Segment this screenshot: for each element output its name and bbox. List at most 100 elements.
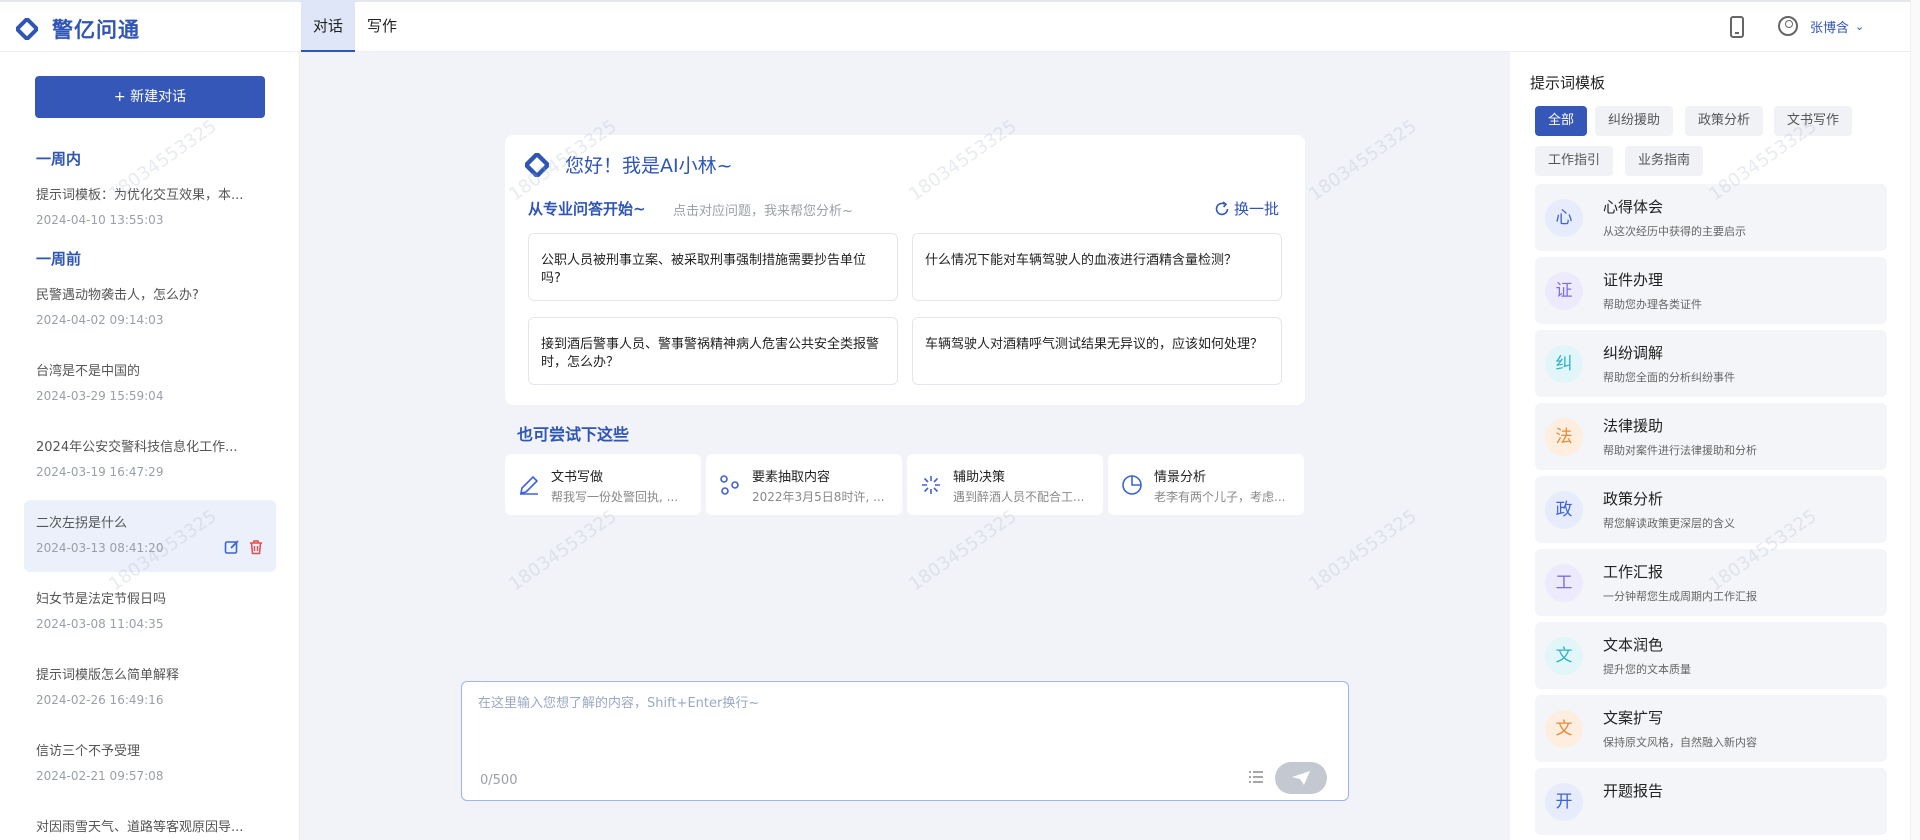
refresh-button[interactable]: 换一批 xyxy=(1214,198,1279,219)
panel-title: 提示词模板 xyxy=(1530,74,1606,92)
conversation-item[interactable]: 信访三个不予受理 2024-02-21 09:57:08 xyxy=(24,728,276,800)
conversation-time: 2024-04-02 09:14:03 xyxy=(36,313,164,327)
delete-icon[interactable] xyxy=(248,539,264,555)
page-scrollbar[interactable] xyxy=(1910,0,1920,840)
tab-writing[interactable]: 写作 xyxy=(355,0,409,52)
template-badge: 纠 xyxy=(1545,345,1583,383)
welcome-title: 您好！我是AI小林~ xyxy=(565,155,733,177)
user-icon xyxy=(1778,16,1798,36)
conversation-title: 2024年公安交警科技信息化工作... xyxy=(36,440,238,455)
template-card[interactable]: 政 政策分析 帮您解读政策更深层的含义 xyxy=(1535,476,1887,543)
filter-dispute[interactable]: 纠纷援助 xyxy=(1595,106,1674,136)
template-card[interactable]: 开 开题报告 xyxy=(1535,768,1887,835)
tool-card-extract[interactable]: 要素抽取内容 2022年3月5日8时许, ... xyxy=(706,454,902,515)
conversation-item-active[interactable]: 二次左拐是什么 2024-03-13 08:41:20 xyxy=(24,500,276,572)
question-card[interactable]: 什么情况下能对车辆驾驶人的血液进行酒精含量检测？ xyxy=(912,233,1282,301)
conversation-time: 2024-02-26 16:49:16 xyxy=(36,693,164,707)
template-desc: 帮助对案件进行法律援助和分析 xyxy=(1603,444,1757,457)
tab-chat[interactable]: 对话 xyxy=(301,0,356,52)
template-card[interactable]: 心 心得体会 从这次经历中获得的主要启示 xyxy=(1535,184,1887,251)
also-try-title: 也可尝试下这些 xyxy=(517,425,630,444)
new-chat-button[interactable]: + 新建对话 xyxy=(35,76,265,118)
question-card[interactable]: 公职人员被刑事立案、被采取刑事强制措施需要抄告单位吗? xyxy=(528,233,898,301)
template-desc: 帮助您全面的分析纠纷事件 xyxy=(1603,371,1735,384)
top-bar: 警亿问通 对话 写作 张博含 ⌄ xyxy=(0,0,1920,52)
template-card[interactable]: 纠 纠纷调解 帮助您全面的分析纠纷事件 xyxy=(1535,330,1887,397)
tool-subtitle: 2022年3月5日8时许, ... xyxy=(752,490,885,504)
tool-card-scenario[interactable]: 情景分析 老李有两个儿子，考虑... xyxy=(1108,454,1304,515)
start-label: 从专业问答开始~ xyxy=(528,200,646,218)
list-icon[interactable] xyxy=(1248,769,1264,785)
question-card[interactable]: 车辆驾驶人对酒精呼气测试结果无异议的，应该如何处理？ xyxy=(912,317,1282,385)
template-badge: 文 xyxy=(1545,637,1583,675)
tool-title: 辅助决策 xyxy=(953,470,1006,485)
conversation-sidebar: + 新建对话 一周内 提示词模板：为优化交互效果，本... 2024-04-10… xyxy=(0,52,300,840)
conversation-item[interactable]: 民警遇动物袭击人，怎么办? 2024-04-02 09:14:03 xyxy=(24,272,276,344)
welcome-header: 您好！我是AI小林~ xyxy=(525,151,733,178)
template-title: 工作汇报 xyxy=(1603,563,1664,581)
user-name: 张博含 xyxy=(1810,20,1850,36)
template-desc: 保持原文风格，自然融入新内容 xyxy=(1603,736,1757,749)
conversation-time: 2024-03-29 15:59:04 xyxy=(36,389,164,403)
app-logo[interactable]: 警亿问通 xyxy=(16,14,140,44)
user-menu[interactable]: 张博含 ⌄ xyxy=(1778,16,1864,36)
template-title: 文案扩写 xyxy=(1603,709,1664,727)
logo-icon xyxy=(525,152,549,177)
template-title: 政策分析 xyxy=(1603,490,1664,508)
template-desc: 提升您的文本质量 xyxy=(1603,663,1691,676)
pen-icon xyxy=(519,475,539,495)
conversation-title: 妇女节是法定节假日吗 xyxy=(36,592,167,607)
template-badge: 政 xyxy=(1545,491,1583,529)
template-title: 纠纷调解 xyxy=(1603,344,1664,362)
conversation-time: 2024-04-10 13:55:03 xyxy=(36,213,164,227)
conversation-time: 2024-03-19 16:47:29 xyxy=(36,465,164,479)
tool-card-writing[interactable]: 文书写做 帮我写一份处警回执, ... xyxy=(505,454,701,515)
question-card[interactable]: 接到酒后警事人员、警事警祸精神病人危害公共安全类报警时，怎么办？ xyxy=(528,317,898,385)
conversation-item[interactable]: 2024年公安交警科技信息化工作... 2024-03-19 16:47:29 xyxy=(24,424,276,496)
conversation-time: 2024-02-21 09:57:08 xyxy=(36,769,164,783)
conversation-item[interactable]: 对因雨雪天气、道路等客观原因导... xyxy=(24,804,276,840)
conversation-title: 民警遇动物袭击人，怎么办? xyxy=(36,288,199,303)
conversation-item[interactable]: 提示词模板：为优化交互效果，本... 2024-04-10 13:55:03 xyxy=(24,172,276,244)
template-card[interactable]: 工 工作汇报 一分钟帮您生成周期内工作汇报 xyxy=(1535,549,1887,616)
tool-title: 要素抽取内容 xyxy=(752,470,831,485)
send-icon xyxy=(1292,771,1310,785)
phone-icon[interactable] xyxy=(1730,16,1744,38)
filter-work-guide[interactable]: 工作指引 xyxy=(1535,146,1614,176)
template-card[interactable]: 文 文本润色 提升您的文本质量 xyxy=(1535,622,1887,689)
template-card[interactable]: 证 证件办理 帮助您办理各类证件 xyxy=(1535,257,1887,324)
filter-document[interactable]: 文书写作 xyxy=(1774,106,1853,136)
logo-icon xyxy=(16,18,38,40)
template-badge: 心 xyxy=(1545,199,1583,237)
conversation-item[interactable]: 台湾是不是中国的 2024-03-29 15:59:04 xyxy=(24,348,276,420)
refresh-label: 换一批 xyxy=(1233,200,1279,218)
tool-title: 情景分析 xyxy=(1154,470,1207,485)
chevron-down-icon: ⌄ xyxy=(1855,19,1865,33)
tool-title: 文书写做 xyxy=(551,470,604,485)
template-badge: 证 xyxy=(1545,272,1583,310)
extract-icon xyxy=(720,475,739,495)
template-title: 证件办理 xyxy=(1603,271,1664,289)
start-hint: 点击对应问题，我来帮您分析~ xyxy=(673,204,853,219)
send-button[interactable] xyxy=(1275,762,1327,794)
prompt-template-panel: 提示词模板 全部 纠纷援助 政策分析 文书写作 工作指引 业务指南 心 心得体会… xyxy=(1510,52,1910,840)
filter-business-guide[interactable]: 业务指南 xyxy=(1625,146,1704,176)
template-card[interactable]: 文 文案扩写 保持原文风格，自然融入新内容 xyxy=(1535,695,1887,762)
template-card[interactable]: 法 法律援助 帮助对案件进行法律援助和分析 xyxy=(1535,403,1887,470)
filter-policy[interactable]: 政策分析 xyxy=(1685,106,1764,136)
watermark: 18034553325 xyxy=(505,505,621,596)
template-desc: 一分钟帮您生成周期内工作汇报 xyxy=(1603,590,1757,603)
top-border xyxy=(0,0,1920,2)
top-tabs: 对话 写作 xyxy=(301,0,409,52)
refresh-icon xyxy=(1215,200,1229,215)
tool-card-decision[interactable]: 辅助决策 遇到醉酒人员不配合工... xyxy=(907,454,1103,515)
template-desc: 帮您解读政策更深层的含义 xyxy=(1603,517,1735,530)
conversation-title: 提示词模版怎么简单解释 xyxy=(36,668,180,683)
conversation-title: 台湾是不是中国的 xyxy=(36,364,141,379)
filter-all[interactable]: 全部 xyxy=(1535,106,1588,136)
edit-icon[interactable] xyxy=(224,539,240,555)
conversation-item[interactable]: 妇女节是法定节假日吗 2024-03-08 11:04:35 xyxy=(24,576,276,648)
app-name: 警亿问通 xyxy=(52,18,140,42)
chat-input[interactable] xyxy=(478,692,1328,752)
conversation-item[interactable]: 提示词模版怎么简单解释 2024-02-26 16:49:16 xyxy=(24,652,276,724)
